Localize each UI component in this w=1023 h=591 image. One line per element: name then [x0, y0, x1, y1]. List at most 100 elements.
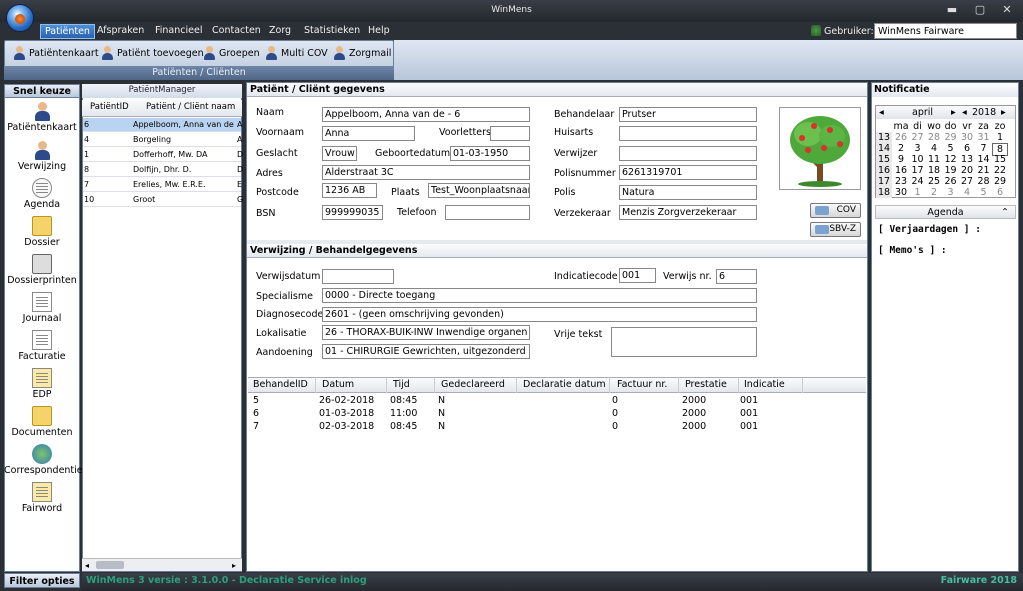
- patient-row[interactable]: 4 Borgeling A: [83, 133, 242, 147]
- agenda-toggle[interactable]: Agenda ⌃: [875, 205, 1016, 219]
- cov-button[interactable]: COV: [810, 203, 861, 218]
- calendar-day[interactable]: 20: [959, 165, 975, 176]
- geboortedatum-field[interactable]: 01-03-1950: [450, 146, 530, 161]
- verwijsdatum-field[interactable]: [322, 269, 394, 284]
- sidebar-item-verwijzing[interactable]: Verwijzing: [4, 140, 80, 172]
- minimize-button[interactable]: ▬: [941, 3, 963, 17]
- postcode-field[interactable]: 1236 AB: [322, 183, 377, 198]
- next-month-icon[interactable]: ▸: [951, 107, 956, 118]
- geslacht-field[interactable]: Vrouw: [322, 146, 357, 161]
- menu-zorg[interactable]: Zorg: [265, 24, 295, 39]
- calendar-day[interactable]: 24: [910, 176, 926, 187]
- polisnummer-field[interactable]: 6261319701: [619, 165, 757, 180]
- aandoening-field[interactable]: 01 - CHIRURGIE Gewrichten, uitgezonderd …: [322, 344, 530, 359]
- calendar-day[interactable]: 29: [943, 132, 959, 143]
- adres-field[interactable]: Alderstraat 3C: [322, 165, 530, 180]
- prev-month-icon[interactable]: ◂: [879, 107, 884, 118]
- app-orb-icon[interactable]: [6, 4, 34, 32]
- close-button[interactable]: ✕: [996, 3, 1018, 17]
- col-prestatie[interactable]: Prestatie: [685, 379, 727, 390]
- menu-afspraken[interactable]: Afspraken: [93, 24, 148, 39]
- calendar-day[interactable]: 22: [992, 165, 1008, 176]
- col-datum[interactable]: Datum: [322, 379, 354, 390]
- telefoon-field[interactable]: [445, 205, 530, 220]
- calendar-day[interactable]: 1: [910, 187, 926, 198]
- calendar-day[interactable]: 26: [893, 132, 909, 143]
- next-year-icon[interactable]: ▸: [1001, 107, 1006, 118]
- collapse-up-icon[interactable]: ⌃: [1001, 206, 1009, 219]
- calendar-day[interactable]: 10: [910, 154, 926, 165]
- sbvz-button[interactable]: SBV-Z: [810, 222, 861, 237]
- patient-row[interactable]: 8 Dolfijn, Dhr. D. D: [83, 163, 243, 177]
- ribbon-groepen-button[interactable]: Groepen: [202, 44, 260, 62]
- calendar-day[interactable]: 5: [976, 187, 992, 198]
- col-behandelid[interactable]: BehandelID: [253, 379, 308, 390]
- calendar-day[interactable]: 17: [910, 165, 926, 176]
- calendar-day[interactable]: 26: [943, 176, 959, 187]
- calendar-day[interactable]: 6: [992, 187, 1008, 198]
- calendar-day[interactable]: 27: [959, 176, 975, 187]
- patient-row[interactable]: 6 Appelboom, Anna van de A: [83, 118, 242, 132]
- sidebar-item-agenda[interactable]: Agenda: [4, 178, 80, 210]
- calendar-day[interactable]: 1: [992, 132, 1008, 143]
- lokalisatie-field[interactable]: 26 - THORAX-BUIK-INW Inwendige organen a: [322, 325, 530, 340]
- plaats-field[interactable]: Test_Woonplaatsnaam: [428, 183, 530, 198]
- ribbon-multi-cov-button[interactable]: Multi COV: [264, 44, 328, 62]
- calendar-day[interactable]: 30: [893, 187, 909, 198]
- vrije-tekst-field[interactable]: [611, 327, 757, 357]
- calendar-day[interactable]: 5: [943, 143, 959, 154]
- huisarts-field[interactable]: [619, 126, 757, 141]
- scroll-right-icon[interactable]: ▸: [232, 561, 236, 570]
- polis-field[interactable]: Natura: [619, 185, 757, 200]
- patient-photo[interactable]: [779, 107, 861, 190]
- ribbon-patient-toevoegen-button[interactable]: Patiënt toevoegen: [100, 44, 204, 62]
- voornaam-field[interactable]: Anna: [322, 126, 415, 141]
- bsn-field[interactable]: 999999035: [322, 205, 383, 220]
- menu-patienten[interactable]: Patiënten: [40, 24, 95, 39]
- ribbon-zorgmail-button[interactable]: Zorgmail: [332, 44, 391, 62]
- calendar-day[interactable]: 4: [926, 143, 942, 154]
- sidebar-item-documenten[interactable]: Documenten: [4, 406, 80, 438]
- calendar-day[interactable]: 4: [959, 187, 975, 198]
- verwijsnr-field[interactable]: 6: [716, 269, 757, 284]
- calendar-day[interactable]: 11: [926, 154, 942, 165]
- calendar-day[interactable]: 9: [893, 154, 909, 165]
- ribbon-patientenkaart-button[interactable]: Patiëntenkaart: [12, 44, 99, 62]
- filter-options-button[interactable]: Filter opties: [4, 573, 80, 588]
- sidebar-item-journaal[interactable]: Journaal: [4, 292, 80, 324]
- sidebar-item-dossierprinten[interactable]: Dossierprinten: [4, 254, 80, 286]
- naam-field[interactable]: Appelboom, Anna van de - 6: [322, 107, 530, 122]
- calendar-day[interactable]: 19: [943, 165, 959, 176]
- voorletters-field[interactable]: [490, 126, 530, 141]
- verwijzer-field[interactable]: [619, 146, 757, 161]
- calendar-day[interactable]: 16: [893, 165, 909, 176]
- calendar-day[interactable]: 13: [959, 154, 975, 165]
- calendar-day[interactable]: 30: [959, 132, 975, 143]
- calendar-day[interactable]: 25: [926, 176, 942, 187]
- sidebar-item-correspondentie[interactable]: Correspondentie: [4, 444, 83, 476]
- scroll-left-icon[interactable]: ◂: [85, 561, 89, 570]
- diagnosecode-field[interactable]: 2601 - (geen omschrijving gevonden): [322, 307, 757, 322]
- horizontal-scrollbar[interactable]: ◂ ▸: [82, 558, 242, 571]
- calendar-day[interactable]: 28: [926, 132, 942, 143]
- sidebar-item-patientenkaart[interactable]: Patiëntenkaart: [4, 101, 80, 133]
- maximize-button[interactable]: ▢: [969, 3, 991, 17]
- calendar-day[interactable]: 27: [910, 132, 926, 143]
- calendar-day[interactable]: 21: [976, 165, 992, 176]
- verzekeraar-field[interactable]: Menzis Zorgverzekeraar: [619, 205, 757, 220]
- specialisme-field[interactable]: 0000 - Directe toegang: [322, 288, 757, 303]
- patient-row[interactable]: 1 Dofferhoff, Mw. DA D: [83, 148, 243, 162]
- col-indicatie[interactable]: Indicatie: [744, 379, 785, 390]
- sidebar-item-facturatie[interactable]: Facturatie: [4, 330, 80, 362]
- menu-statistieken[interactable]: Statistieken: [300, 24, 364, 39]
- behandelaar-field[interactable]: Prutser: [619, 107, 757, 122]
- sidebar-item-edp[interactable]: EDP: [4, 368, 80, 400]
- calendar-year[interactable]: 2018: [972, 107, 996, 118]
- calendar-day[interactable]: 6: [959, 143, 975, 154]
- col-patient-naam[interactable]: Patiënt / Cliënt naam: [146, 102, 235, 112]
- sidebar-item-dossier[interactable]: Dossier: [4, 216, 80, 248]
- sidebar-item-fairword[interactable]: Fairword: [4, 482, 80, 514]
- col-declaratie-datum[interactable]: Declaratie datum: [523, 379, 606, 390]
- user-field[interactable]: WinMens Fairware: [874, 23, 1017, 39]
- menu-financieel[interactable]: Financieel: [151, 24, 206, 39]
